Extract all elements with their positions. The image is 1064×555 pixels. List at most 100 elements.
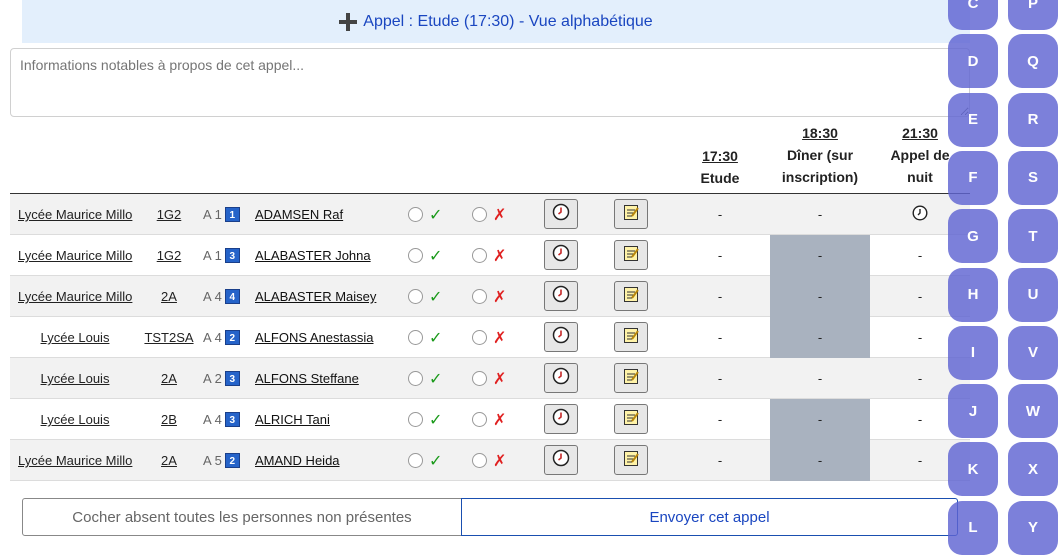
present-radio[interactable] [408,371,423,386]
note-button[interactable] [614,199,648,229]
absent-radio[interactable] [472,412,487,427]
letter-button-h[interactable]: H [948,267,998,322]
class-link[interactable]: TST2SA [140,317,198,358]
absent-option[interactable]: ✗ [472,440,522,481]
school-link[interactable]: Lycée Louis [10,317,140,358]
present-radio[interactable] [408,289,423,304]
student-name-link[interactable]: ALRICH Tani [255,399,405,440]
present-option[interactable]: ✓ [408,358,458,399]
note-button[interactable] [614,445,648,475]
present-option[interactable]: ✓ [408,440,458,481]
room-label: A 1 [203,207,222,222]
letter-button-i[interactable]: I [948,325,998,380]
send-call-button[interactable]: Envoyer cet appel [461,498,958,536]
note-button[interactable] [614,322,648,352]
notes-textarea[interactable] [10,48,970,117]
cross-icon: ✗ [493,370,507,388]
clock-icon [552,285,570,308]
absent-radio[interactable] [472,289,487,304]
class-link[interactable]: 2A [140,276,198,317]
absent-option[interactable]: ✗ [472,235,522,276]
absent-option[interactable]: ✗ [472,358,522,399]
letter-button-x[interactable]: X [1008,442,1058,497]
student-name-link[interactable]: ADAMSEN Raf [255,194,405,235]
letter-button-l[interactable]: L [948,500,998,555]
student-name-link[interactable]: AMAND Heida [255,440,405,481]
letter-button-w[interactable]: W [1008,384,1058,439]
late-button[interactable] [544,281,578,311]
letter-button-g[interactable]: G [948,209,998,264]
note-button[interactable] [614,240,648,270]
late-button[interactable] [544,445,578,475]
late-button[interactable] [544,404,578,434]
night-call-value: - [917,289,923,304]
present-radio[interactable] [408,330,423,345]
present-radio[interactable] [408,248,423,263]
student-name-link[interactable]: ALABASTER Maisey [255,276,405,317]
mark-absent-all-button[interactable]: Cocher absent toutes les personnes non p… [22,498,462,536]
late-button[interactable] [544,322,578,352]
late-button[interactable] [544,240,578,270]
class-link[interactable]: 1G2 [140,194,198,235]
school-link[interactable]: Lycée Louis [10,399,140,440]
absent-option[interactable]: ✗ [472,399,522,440]
note-button[interactable] [614,404,648,434]
plus-icon[interactable] [339,12,358,31]
table-row: Lycée Maurice Millo 2A A 4 4 ALABASTER M… [10,276,970,317]
class-link[interactable]: 2A [140,440,198,481]
letter-button-v[interactable]: V [1008,325,1058,380]
absent-radio[interactable] [472,453,487,468]
school-link[interactable]: Lycée Louis [10,358,140,399]
school-link[interactable]: Lycée Maurice Millo [10,440,140,481]
letter-button-y[interactable]: Y [1008,500,1058,555]
letter-button-s[interactable]: S [1008,150,1058,205]
page-title[interactable]: Appel : Etude (17:30) - Vue alphabétique [363,13,652,31]
student-name-link[interactable]: ALABASTER Johna [255,235,405,276]
absent-radio[interactable] [472,371,487,386]
letter-button-q[interactable]: Q [1008,34,1058,89]
late-button[interactable] [544,363,578,393]
letter-button-j[interactable]: J [948,384,998,439]
note-button[interactable] [614,363,648,393]
present-option[interactable]: ✓ [408,317,458,358]
column-time: 17:30 [702,148,738,164]
check-icon: ✓ [429,370,443,388]
note-button[interactable] [614,281,648,311]
present-option[interactable]: ✓ [408,399,458,440]
present-radio[interactable] [408,207,423,222]
room-badge: 3 [224,248,240,263]
absent-option[interactable]: ✗ [472,194,522,235]
letter-button-d[interactable]: D [948,34,998,89]
class-link[interactable]: 2A [140,358,198,399]
school-link[interactable]: Lycée Maurice Millo [10,235,140,276]
present-option[interactable]: ✓ [408,276,458,317]
letter-button-k[interactable]: K [948,442,998,497]
student-name-link[interactable]: ALFONS Anestassia [255,317,405,358]
absent-radio[interactable] [472,248,487,263]
page-header[interactable]: Appel : Etude (17:30) - Vue alphabétique [22,0,970,43]
night-call-value: - [917,248,923,263]
letter-button-u[interactable]: U [1008,267,1058,322]
class-link[interactable]: 1G2 [140,235,198,276]
letter-button-f[interactable]: F [948,150,998,205]
absent-option[interactable]: ✗ [472,317,522,358]
column-header-diner: 18:30 Dîner (sur inscription) [770,122,870,188]
letter-button-p[interactable]: P [1008,0,1058,30]
absent-radio[interactable] [472,207,487,222]
absent-radio[interactable] [472,330,487,345]
late-button[interactable] [544,199,578,229]
present-radio[interactable] [408,412,423,427]
school-link[interactable]: Lycée Maurice Millo [10,194,140,235]
letter-button-e[interactable]: E [948,92,998,147]
present-radio[interactable] [408,453,423,468]
letter-button-c[interactable]: C [948,0,998,30]
cross-icon: ✗ [493,329,507,347]
absent-option[interactable]: ✗ [472,276,522,317]
letter-button-t[interactable]: T [1008,209,1058,264]
school-link[interactable]: Lycée Maurice Millo [10,276,140,317]
present-option[interactable]: ✓ [408,194,458,235]
present-option[interactable]: ✓ [408,235,458,276]
student-name-link[interactable]: ALFONS Steffane [255,358,405,399]
letter-button-r[interactable]: R [1008,92,1058,147]
class-link[interactable]: 2B [140,399,198,440]
